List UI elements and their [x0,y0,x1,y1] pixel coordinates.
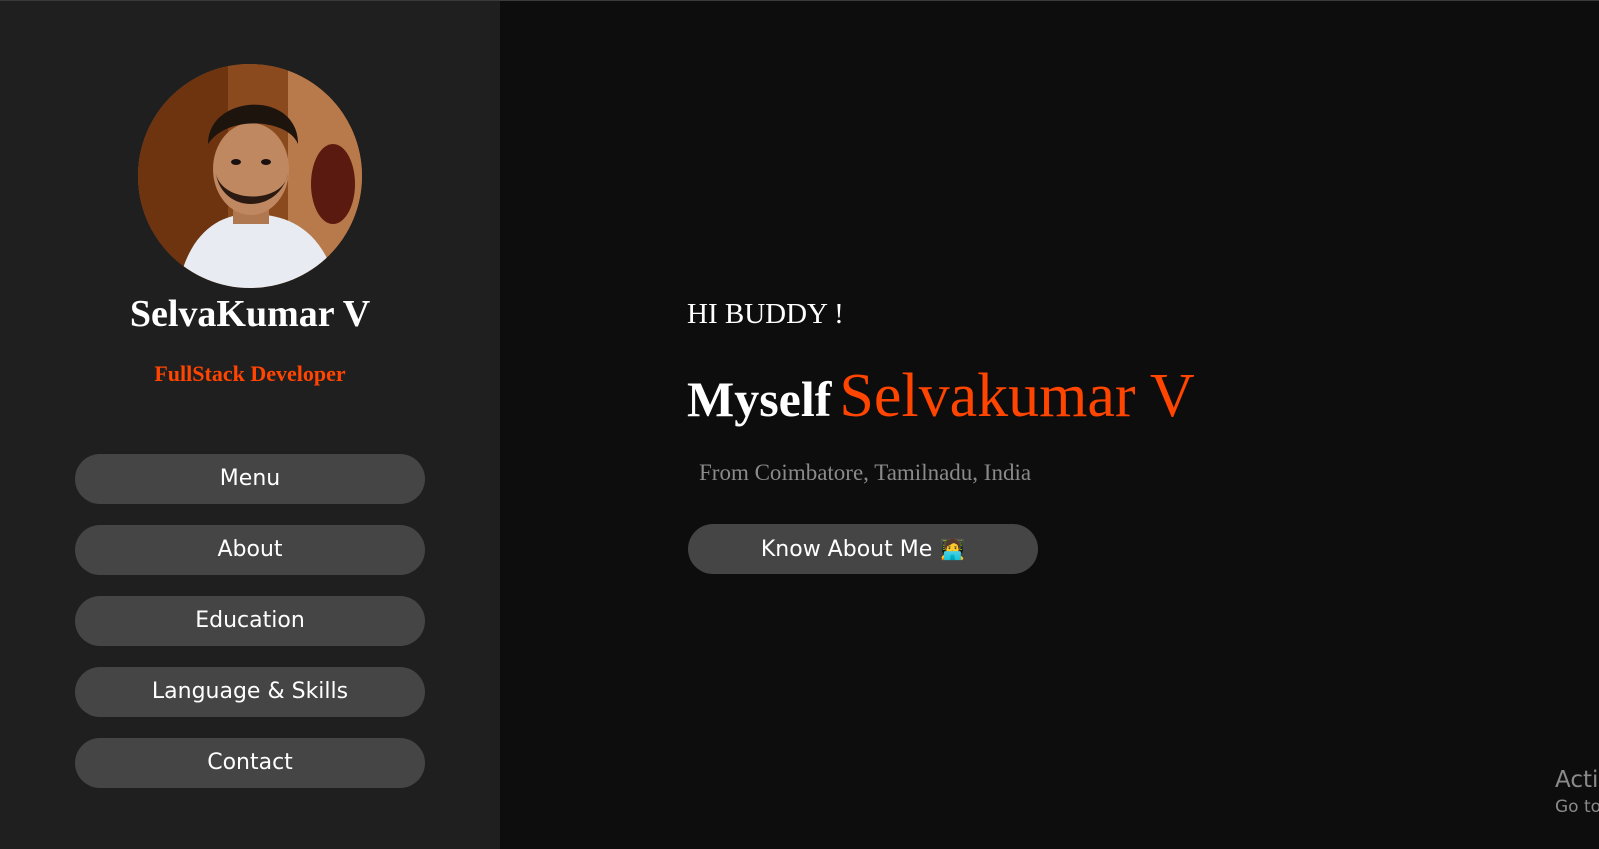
nav-contact-button[interactable]: Contact [75,738,425,788]
main-content: HI BUDDY ! Myself Selvakumar V From Coim… [500,1,1599,849]
location-text: From Coimbatore, Tamilnadu, India [699,460,1032,485]
profile-role: FullStack Developer [154,361,346,386]
cta-label: Know About Me [760,537,933,562]
greeting: HI BUDDY ! [687,298,844,330]
know-about-me-button[interactable]: Know About Me 🧑‍💻 [688,524,1038,574]
watermark-line-2: Go to [1555,797,1599,817]
nav-menu-button[interactable]: Menu [75,454,425,504]
headline-intro: Myself [687,371,832,427]
watermark-line-1: Activ [1555,767,1599,793]
activation-watermark: Activ Go to [1555,765,1599,819]
profile-name: SelvaKumar V [129,293,371,335]
technologist-emoji-icon: 🧑‍💻 [940,537,966,561]
sidebar-nav: Menu About Education Language & Skills C… [75,454,425,809]
avatar-photo [138,64,362,288]
headline: Myself Selvakumar V [687,361,1195,432]
headline-name: Selvakumar V [839,362,1195,430]
sidebar: SelvaKumar V FullStack Developer Menu Ab… [0,1,500,849]
avatar [138,64,362,288]
nav-education-button[interactable]: Education [75,596,425,646]
nav-skills-button[interactable]: Language & Skills [75,667,425,717]
nav-about-button[interactable]: About [75,525,425,575]
